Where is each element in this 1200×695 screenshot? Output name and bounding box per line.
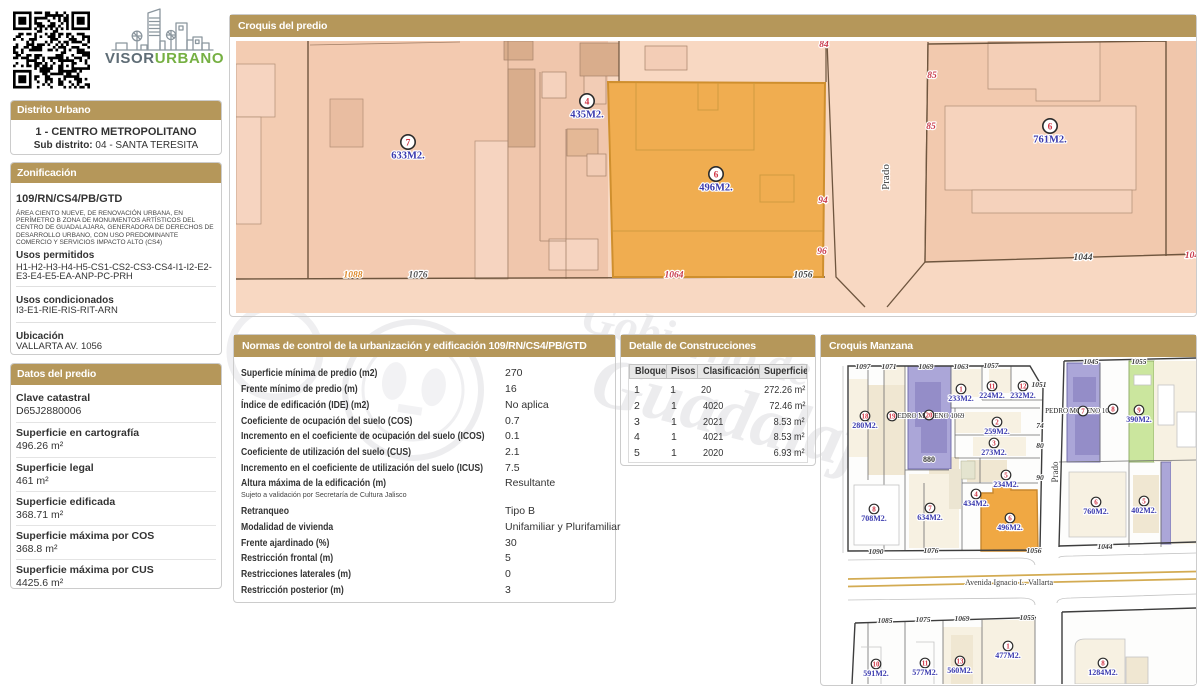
svg-text:577M2.: 577M2. <box>912 668 938 677</box>
svg-text:477M2.: 477M2. <box>995 651 1021 660</box>
svg-text:19: 19 <box>889 412 897 420</box>
svg-text:273M2.: 273M2. <box>981 448 1007 457</box>
svg-text:18: 18 <box>862 412 870 420</box>
svg-text:13: 13 <box>957 657 965 665</box>
svg-text:10: 10 <box>873 660 881 668</box>
svg-text:74: 74 <box>1036 421 1044 430</box>
svg-text:80: 80 <box>1036 441 1044 450</box>
svg-text:94: 94 <box>818 196 828 206</box>
svg-text:1284M2.: 1284M2. <box>1088 668 1118 677</box>
svg-text:11: 11 <box>989 382 996 390</box>
svg-text:Prado: Prado <box>880 164 892 190</box>
svg-text:8: 8 <box>1111 405 1115 413</box>
svg-text:434M2.: 434M2. <box>963 499 989 508</box>
svg-text:761M2.: 761M2. <box>1033 135 1067 146</box>
svg-text:8: 8 <box>1101 659 1105 667</box>
svg-text:1057: 1057 <box>984 361 999 370</box>
svg-text:1064: 1064 <box>665 271 684 281</box>
svg-text:84: 84 <box>819 41 829 50</box>
svg-text:1076: 1076 <box>924 546 939 555</box>
svg-text:8: 8 <box>872 505 876 513</box>
svg-text:1056: 1056 <box>1027 546 1042 555</box>
svg-text:6: 6 <box>1048 122 1053 132</box>
svg-text:1056: 1056 <box>794 271 813 281</box>
svg-text:11: 11 <box>922 659 929 667</box>
svg-text:85: 85 <box>927 71 937 81</box>
svg-text:633M2.: 633M2. <box>391 151 425 162</box>
svg-text:7: 7 <box>406 138 411 148</box>
svg-text:PEDRO MORENO 10: PEDRO MORENO 10 <box>1045 407 1109 415</box>
svg-text:6: 6 <box>1094 498 1098 506</box>
svg-text:4: 4 <box>585 97 590 107</box>
svg-text:VISORURBANO: VISORURBANO <box>105 50 223 66</box>
svg-text:1088: 1088 <box>344 271 363 281</box>
svg-text:1: 1 <box>1006 642 1010 650</box>
svg-text:Prado: Prado <box>1050 461 1060 482</box>
svg-text:1045: 1045 <box>1084 357 1099 366</box>
svg-text:20: 20 <box>926 411 934 419</box>
svg-text:560M2.: 560M2. <box>947 666 973 675</box>
svg-text:496M2.: 496M2. <box>997 523 1023 532</box>
svg-text:1: 1 <box>959 385 963 393</box>
svg-text:760M2.: 760M2. <box>1083 507 1109 516</box>
svg-text:5: 5 <box>1142 497 1146 505</box>
svg-text:708M2.: 708M2. <box>861 514 887 523</box>
svg-text:6: 6 <box>1008 514 1012 522</box>
svg-text:104: 104 <box>1185 251 1196 261</box>
svg-text:7: 7 <box>928 504 932 512</box>
svg-text:232M2.: 232M2. <box>1010 391 1036 400</box>
svg-text:1044: 1044 <box>1098 542 1113 551</box>
svg-text:233M2.: 233M2. <box>948 394 974 403</box>
svg-text:1055: 1055 <box>1132 357 1147 366</box>
svg-text:96: 96 <box>817 247 827 257</box>
svg-text:9: 9 <box>1137 406 1141 414</box>
svg-text:591M2.: 591M2. <box>863 669 889 678</box>
svg-text:1051: 1051 <box>1032 380 1047 389</box>
svg-text:259M2.: 259M2. <box>984 427 1010 436</box>
svg-text:1069: 1069 <box>919 362 934 371</box>
svg-text:1044: 1044 <box>1074 253 1093 263</box>
svg-text:1055: 1055 <box>1020 613 1035 622</box>
svg-text:4: 4 <box>974 490 978 498</box>
svg-text:1085: 1085 <box>878 616 893 625</box>
svg-text:2: 2 <box>995 418 999 426</box>
svg-text:90: 90 <box>1036 473 1044 482</box>
svg-text:6: 6 <box>714 170 719 180</box>
svg-text:402M2.: 402M2. <box>1131 506 1157 515</box>
svg-text:12: 12 <box>1020 382 1028 390</box>
svg-text:1075: 1075 <box>916 615 931 624</box>
svg-text:280M2.: 280M2. <box>852 421 878 430</box>
svg-text:7: 7 <box>1081 407 1085 415</box>
svg-text:234M2.: 234M2. <box>993 480 1019 489</box>
svg-text:3: 3 <box>992 439 996 447</box>
svg-text:634M2.: 634M2. <box>917 513 943 522</box>
svg-text:85: 85 <box>926 122 936 132</box>
svg-text:1071: 1071 <box>882 362 897 371</box>
svg-text:496M2.: 496M2. <box>699 183 733 194</box>
svg-text:1076: 1076 <box>409 271 428 281</box>
svg-text:435M2.: 435M2. <box>570 110 604 121</box>
svg-text:390M2.: 390M2. <box>1126 415 1152 424</box>
svg-text:1097: 1097 <box>856 362 871 371</box>
svg-text:224M2.: 224M2. <box>979 391 1005 400</box>
svg-text:Avenida Ignacio L. Vallarta: Avenida Ignacio L. Vallarta <box>965 578 1054 587</box>
svg-text:1069: 1069 <box>955 614 970 623</box>
svg-text:1090: 1090 <box>869 547 884 556</box>
svg-text:5: 5 <box>1004 471 1008 479</box>
svg-text:1063: 1063 <box>954 362 969 371</box>
svg-text:880: 880 <box>923 455 935 464</box>
